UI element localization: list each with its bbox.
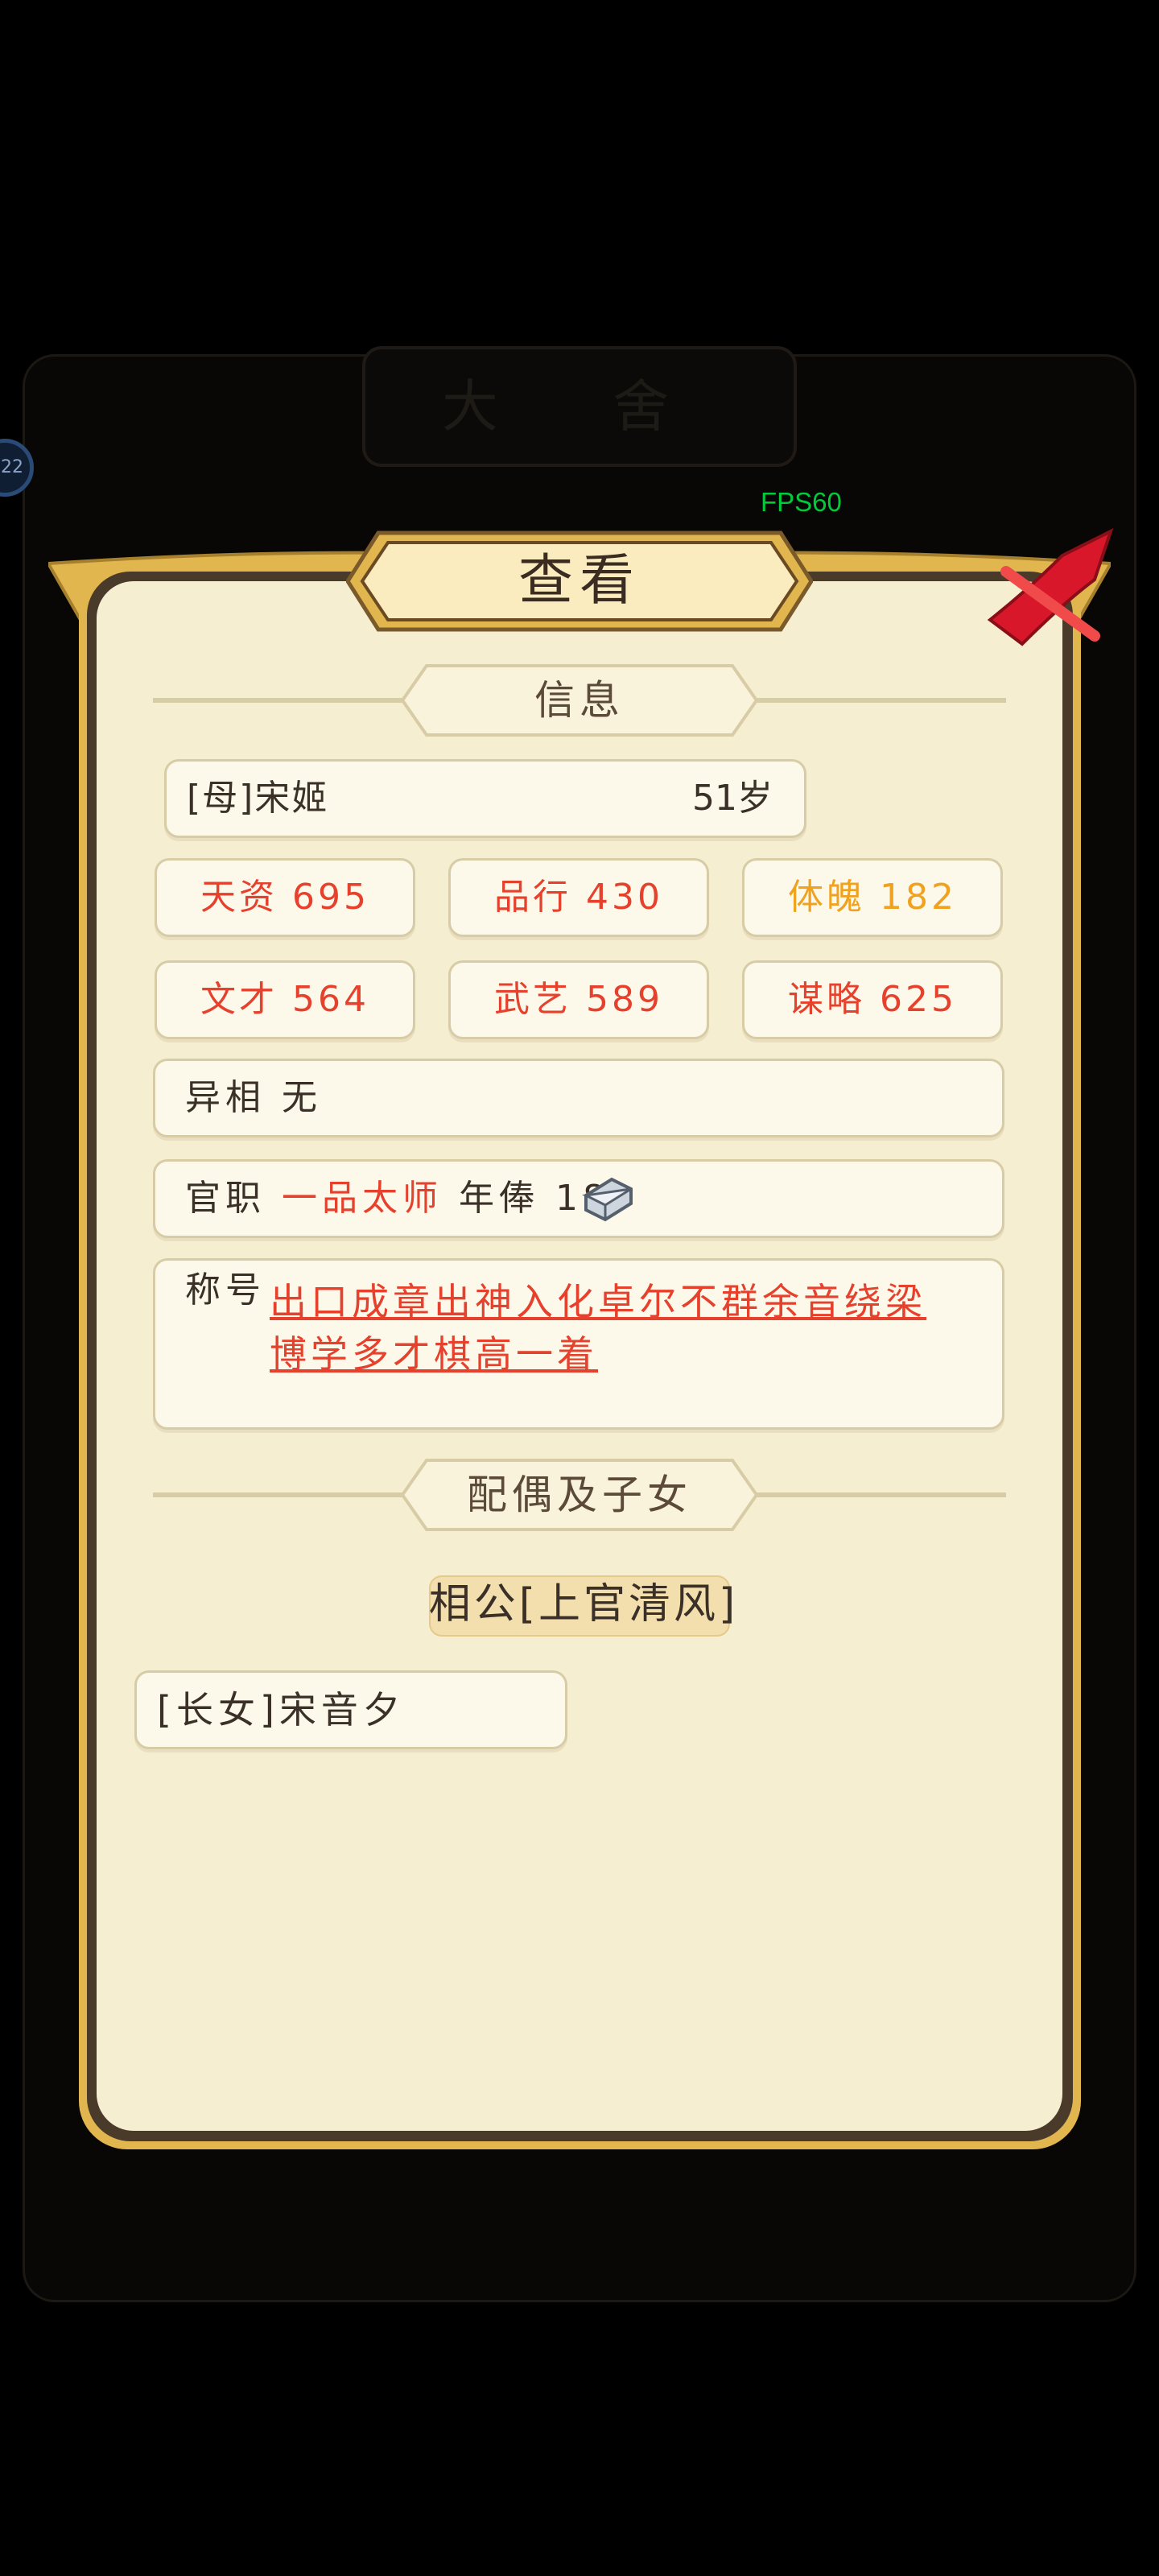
background-title: 大 舍 bbox=[441, 374, 718, 440]
silver-ingot-icon bbox=[582, 1177, 633, 1222]
dialog-title: 查看 bbox=[518, 549, 641, 613]
stat-conduct: 品行 430 bbox=[448, 858, 709, 937]
salary-label: 年俸 bbox=[459, 1178, 539, 1219]
person-name: [母]宋姬 bbox=[187, 778, 329, 819]
fps-counter: FPS60 bbox=[761, 487, 842, 517]
person-age: 51岁 bbox=[692, 778, 773, 819]
close-icon bbox=[987, 528, 1114, 646]
stat-aptitude: 天资 695 bbox=[155, 858, 415, 937]
trait-line: 异相 无 bbox=[185, 1077, 322, 1118]
office-line: 官职 一品太师 年俸 18 bbox=[185, 1159, 610, 1238]
office-value: 一品太师 bbox=[282, 1178, 443, 1219]
info-section-title: 信息 bbox=[534, 677, 625, 724]
stat-physique: 体魄 182 bbox=[742, 858, 1003, 937]
stat-literary: 文才 564 bbox=[155, 960, 415, 1039]
honor-label: 称号 bbox=[185, 1269, 266, 1311]
family-section-title: 配偶及子女 bbox=[467, 1472, 692, 1518]
stat-martial: 武艺 589 bbox=[448, 960, 709, 1039]
spouse-button[interactable]: 相公[上官清风] bbox=[415, 1568, 753, 1641]
close-button[interactable] bbox=[974, 523, 1119, 652]
child-name: [长女]宋音夕 bbox=[157, 1688, 405, 1732]
honor-titles-link[interactable]: 出口成章出神入化卓尔不群余音绕梁 博学多才棋高一着 bbox=[270, 1276, 938, 1381]
office-label: 官职 bbox=[185, 1178, 266, 1219]
stat-strategy: 谋略 625 bbox=[742, 960, 1003, 1039]
